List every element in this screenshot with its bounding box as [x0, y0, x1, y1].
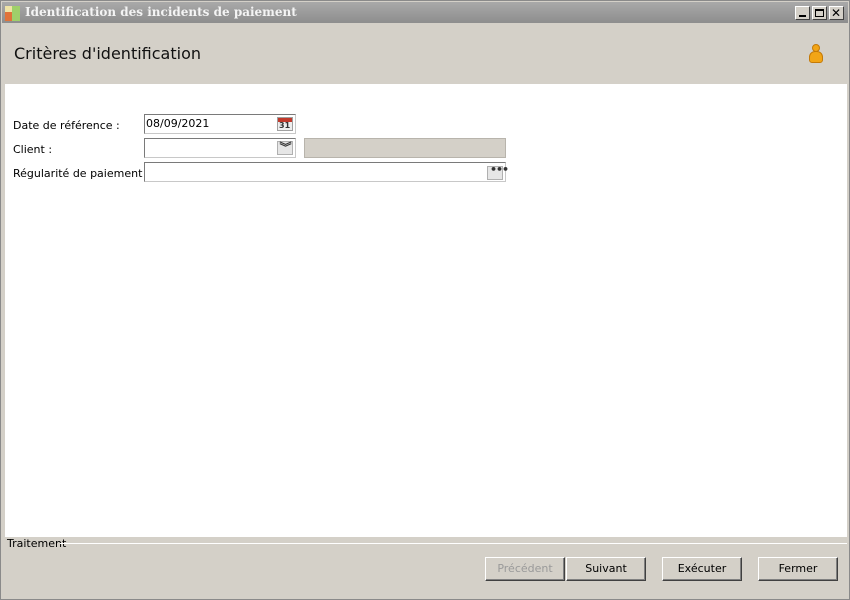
maximize-icon: [815, 9, 824, 17]
minimize-icon: [799, 15, 806, 17]
close-button[interactable]: Fermer: [758, 557, 838, 581]
previous-button[interactable]: Précédent: [485, 557, 565, 581]
window-title: Identification des incidents de paiement: [25, 5, 297, 19]
client-combo[interactable]: ︾: [144, 138, 296, 158]
next-button[interactable]: Suivant: [566, 557, 646, 581]
page-title: Critères d'identification: [14, 44, 201, 63]
app-icon: [5, 5, 21, 21]
criteria-form: Date de référence : 08/09/2021 31 Client…: [5, 84, 847, 537]
client-label: Client :: [13, 143, 53, 156]
page-header: Critères d'identification: [5, 24, 847, 84]
close-icon: ✕: [831, 6, 842, 20]
calendar-icon[interactable]: 31: [277, 117, 293, 131]
footer-panel: Traitement Précédent Suivant Exécuter Fe…: [5, 537, 847, 597]
application-window: Identification des incidents de paiement…: [0, 0, 850, 600]
payment-regularity-label: Régularité de paiement :: [13, 167, 150, 180]
reference-date-value: 08/09/2021: [146, 117, 210, 130]
user-icon[interactable]: [808, 44, 824, 64]
double-chevron-down-icon[interactable]: ︾: [277, 141, 293, 155]
title-bar[interactable]: Identification des incidents de paiement…: [2, 2, 848, 23]
ellipsis-icon[interactable]: •••: [487, 163, 509, 180]
minimize-button[interactable]: [795, 6, 810, 20]
group-divider: [60, 543, 847, 544]
close-window-button[interactable]: ✕: [829, 6, 844, 20]
reference-date-label: Date de référence :: [13, 119, 120, 132]
reference-date-field[interactable]: 08/09/2021 31: [144, 114, 296, 134]
maximize-button[interactable]: [812, 6, 827, 20]
client-name-field: [304, 138, 506, 158]
execute-button[interactable]: Exécuter: [662, 557, 742, 581]
treatment-group-label: Traitement: [7, 537, 67, 550]
payment-regularity-field[interactable]: •••: [144, 162, 509, 182]
